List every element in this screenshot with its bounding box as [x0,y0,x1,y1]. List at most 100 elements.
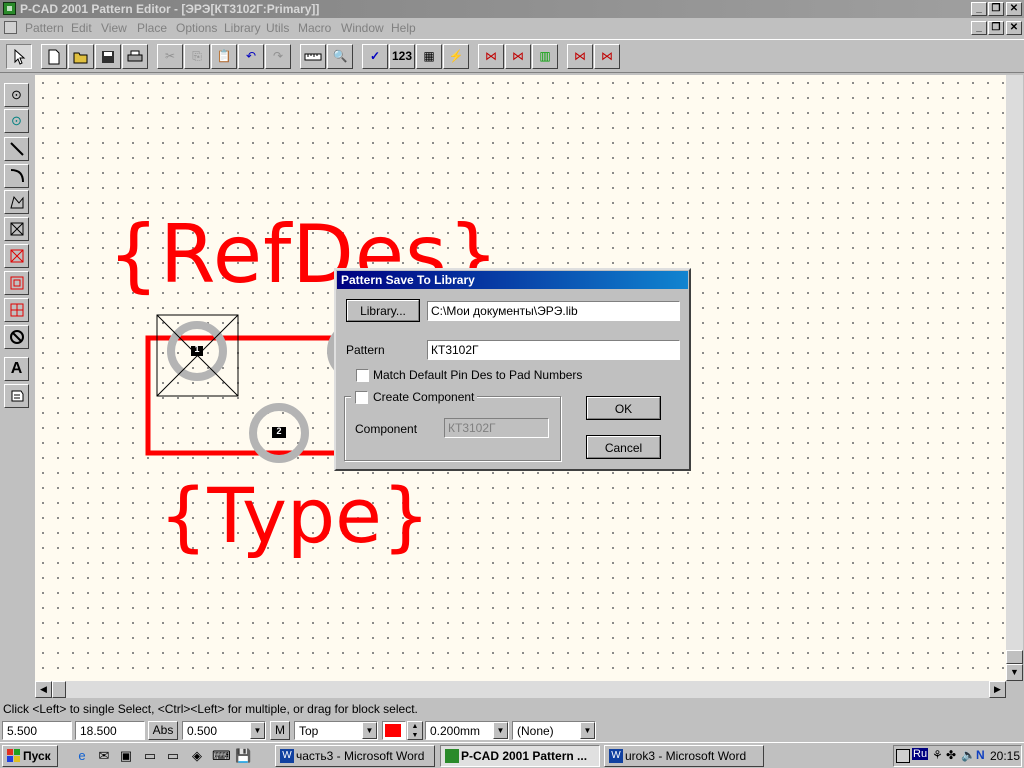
renumber-icon[interactable]: 123 [389,44,415,69]
task-word-chast3[interactable]: W часть3 - Microsoft Word [275,745,435,767]
quicklaunch-5-icon[interactable]: 💾 [235,748,251,764]
ok-button[interactable]: OK [586,396,661,420]
create-component-checkbox[interactable] [355,391,368,404]
place-polygon-icon[interactable] [4,190,29,214]
vertical-scroll-thumb[interactable] [1006,650,1023,664]
measure-ruler-icon[interactable] [300,44,326,69]
chevron-down-icon[interactable]: ▼ [493,722,508,739]
quicklaunch-4-icon[interactable]: ⌨ [212,748,231,764]
menu-window[interactable]: Window [341,21,384,35]
pattern-name-field[interactable]: КТ3102Г [427,340,680,360]
style-select[interactable]: (None) ▼ [512,721,596,740]
open-folder-icon[interactable] [68,44,94,69]
pattern-tool-5-icon[interactable]: ⋈ [594,44,620,69]
close-button[interactable]: ✕ [1006,2,1022,16]
menu-edit[interactable]: Edit [71,21,92,35]
restore-button[interactable]: ❐ [988,2,1004,16]
library-button[interactable]: Library... [346,299,420,322]
place-via-icon[interactable]: ⊙ [4,109,29,133]
layer-color-swatch[interactable] [382,721,406,740]
doc-restore-button[interactable]: ❐ [988,21,1004,35]
check-drc-icon[interactable]: ✓ [362,44,388,69]
place-attribute-icon[interactable] [4,384,29,408]
place-line-icon[interactable] [4,137,29,161]
desktop-icon[interactable]: ▣ [118,748,134,764]
save-disk-icon[interactable] [95,44,121,69]
language-indicator[interactable]: Ru [912,748,929,760]
library-button-label: Library... [360,304,406,318]
ie-icon[interactable]: e [74,748,90,764]
doc-minimize-button[interactable]: _ [971,21,987,35]
place-pad-icon[interactable]: ⊙ [4,83,29,107]
abs-toggle-button[interactable]: Abs [148,721,178,740]
status-controls: 5.500 18.500 Abs 0.500 ▼ M Top ▼ ▲ ▼ 0.20… [0,718,1024,742]
chevron-down-icon[interactable]: ▼ [580,722,595,739]
mode-m-button[interactable]: M [270,721,290,740]
tray-volume-icon[interactable]: 🔈 [961,748,976,762]
menu-macro[interactable]: Macro [298,21,331,35]
menu-utils[interactable]: Utils [266,21,289,35]
document-icon[interactable] [4,21,17,34]
word-icon: W [280,749,294,763]
place-keepout-icon[interactable] [4,217,29,241]
task-word-urok3[interactable]: W urok3 - Microsoft Word [604,745,764,767]
pattern-tool-2-icon[interactable]: ⋈ [505,44,531,69]
place-no-entry-icon[interactable] [4,325,29,349]
tray-n-icon[interactable]: N [976,748,985,762]
minimize-button[interactable]: _ [971,2,987,16]
menu-library[interactable]: Library [224,21,261,35]
clock: 20:15 [990,749,1021,763]
tray-network-icon[interactable]: ⚘ [932,748,943,762]
outlook-icon[interactable]: ✉ [96,748,112,764]
menu-place[interactable]: Place [137,21,167,35]
y-coordinate-field[interactable]: 18.500 [75,721,145,740]
undo-icon[interactable]: ↶ [238,44,264,69]
horizontal-scrollbar[interactable]: ◀ ▶ [35,681,1006,698]
scroll-left-icon[interactable]: ◀ [35,681,52,698]
match-pin-des-checkbox[interactable] [356,369,369,382]
copy-icon[interactable]: ⎘ [184,44,210,69]
layer-select[interactable]: Top ▼ [294,721,378,740]
select-arrow-icon[interactable] [6,44,32,69]
place-copper-pour-icon[interactable] [4,271,29,295]
horizontal-scroll-thumb[interactable] [52,681,66,698]
print-icon[interactable] [122,44,148,69]
cut-icon[interactable]: ✂ [157,44,183,69]
doc-close-button[interactable]: ✕ [1006,21,1022,35]
color-spinner[interactable]: ▲ ▼ [407,721,423,740]
paste-icon[interactable]: 📋 [211,44,237,69]
place-cutout-icon[interactable] [4,298,29,322]
zoom-icon[interactable]: 🔍 [327,44,353,69]
pattern-tool-3-icon[interactable]: ▥ [532,44,558,69]
pad-style-icon[interactable]: ▦ [416,44,442,69]
place-arc-icon[interactable] [4,164,29,188]
menu-pattern[interactable]: Pattern [25,21,64,35]
tray-monitor-icon[interactable] [896,749,910,763]
grid-select[interactable]: 0.500 ▼ [182,721,266,740]
redo-icon[interactable]: ↷ [265,44,291,69]
menu-help[interactable]: Help [391,21,416,35]
menu-options[interactable]: Options [176,21,217,35]
task-pcad[interactable]: P-CAD 2001 Pattern ... [440,745,600,767]
place-text-icon[interactable]: A [4,357,29,381]
chevron-down-icon[interactable]: ▼ [362,722,377,739]
pattern-tool-4-icon[interactable]: ⋈ [567,44,593,69]
cancel-button[interactable]: Cancel [586,435,661,459]
pattern-tool-1-icon[interactable]: ⋈ [478,44,504,69]
menu-view[interactable]: View [101,21,127,35]
start-button[interactable]: Пуск [2,745,58,767]
chevron-down-icon[interactable]: ▼ [250,722,265,739]
quicklaunch-3-icon[interactable]: ◈ [189,748,205,764]
x-coordinate-field[interactable]: 5.500 [2,721,72,740]
new-file-icon[interactable] [41,44,67,69]
scroll-right-icon[interactable]: ▶ [989,681,1006,698]
tray-antivirus-icon[interactable]: ✤ [946,748,956,762]
vertical-scrollbar[interactable]: ▼ [1006,75,1023,681]
scroll-down-icon[interactable]: ▼ [1006,664,1023,681]
lightning-icon[interactable]: ⚡ [443,44,469,69]
place-copper-keepout-icon[interactable] [4,244,29,268]
quicklaunch-2-icon[interactable]: ▭ [165,748,181,764]
quicklaunch-1-icon[interactable]: ▭ [142,748,158,764]
library-path-field[interactable]: C:\Мои документы\ЭРЭ.lib [427,301,680,321]
line-width-select[interactable]: 0.200mm ▼ [425,721,509,740]
